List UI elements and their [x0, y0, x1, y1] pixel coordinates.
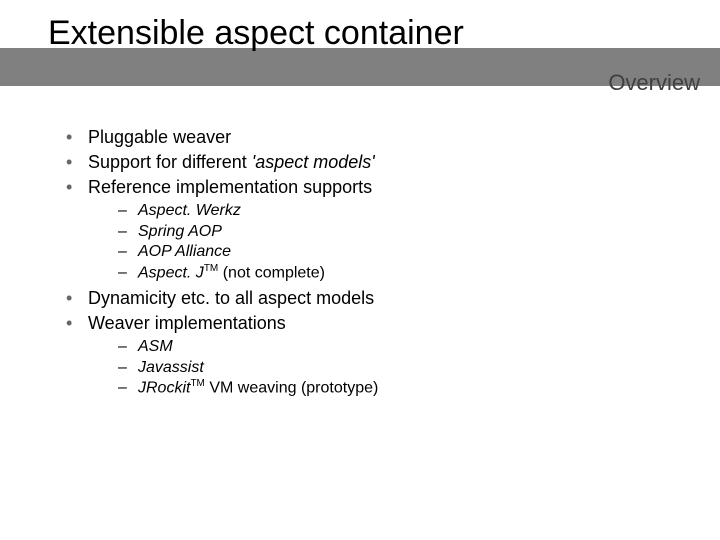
bullet-item: Dynamicity etc. to all aspect models: [62, 287, 378, 310]
sub-bullet-item: JRockitTM VM weaving (prototype): [116, 378, 378, 399]
bullet-text-italic: 'aspect models': [252, 152, 375, 172]
sub-bullet-item: Javassist: [116, 358, 378, 378]
slide-body: Pluggable weaver Support for different '…: [62, 126, 378, 403]
sub-bullet-text: VM weaving (prototype): [205, 380, 378, 397]
bullet-text: Support for different: [88, 152, 252, 172]
sub-bullet-text: JRockit: [138, 380, 190, 397]
sub-bullet-item: ASM: [116, 337, 378, 357]
sub-bullet-item: Spring AOP: [116, 222, 378, 242]
bullet-text: Reference implementation supports: [88, 177, 372, 197]
section-label: Overview: [608, 70, 700, 96]
slide-title: Extensible aspect container: [48, 14, 464, 53]
bullet-item: Reference implementation supports Aspect…: [62, 176, 378, 283]
sub-bullet-item: Aspect. Werkz: [116, 201, 378, 221]
sub-bullet-item: AOP Alliance: [116, 242, 378, 262]
sub-bullet-item: Aspect. JTM (not complete): [116, 263, 378, 284]
trademark-icon: TM: [204, 263, 218, 274]
sub-bullet-text: Aspect. J: [138, 264, 204, 281]
bullet-item: Pluggable weaver: [62, 126, 378, 149]
trademark-icon: TM: [190, 378, 204, 389]
bullet-item: Support for different 'aspect models': [62, 151, 378, 174]
bullet-item: Weaver implementations ASM Javassist JRo…: [62, 312, 378, 399]
sub-bullet-text: (not complete): [218, 264, 325, 281]
bullet-text: Weaver implementations: [88, 313, 286, 333]
